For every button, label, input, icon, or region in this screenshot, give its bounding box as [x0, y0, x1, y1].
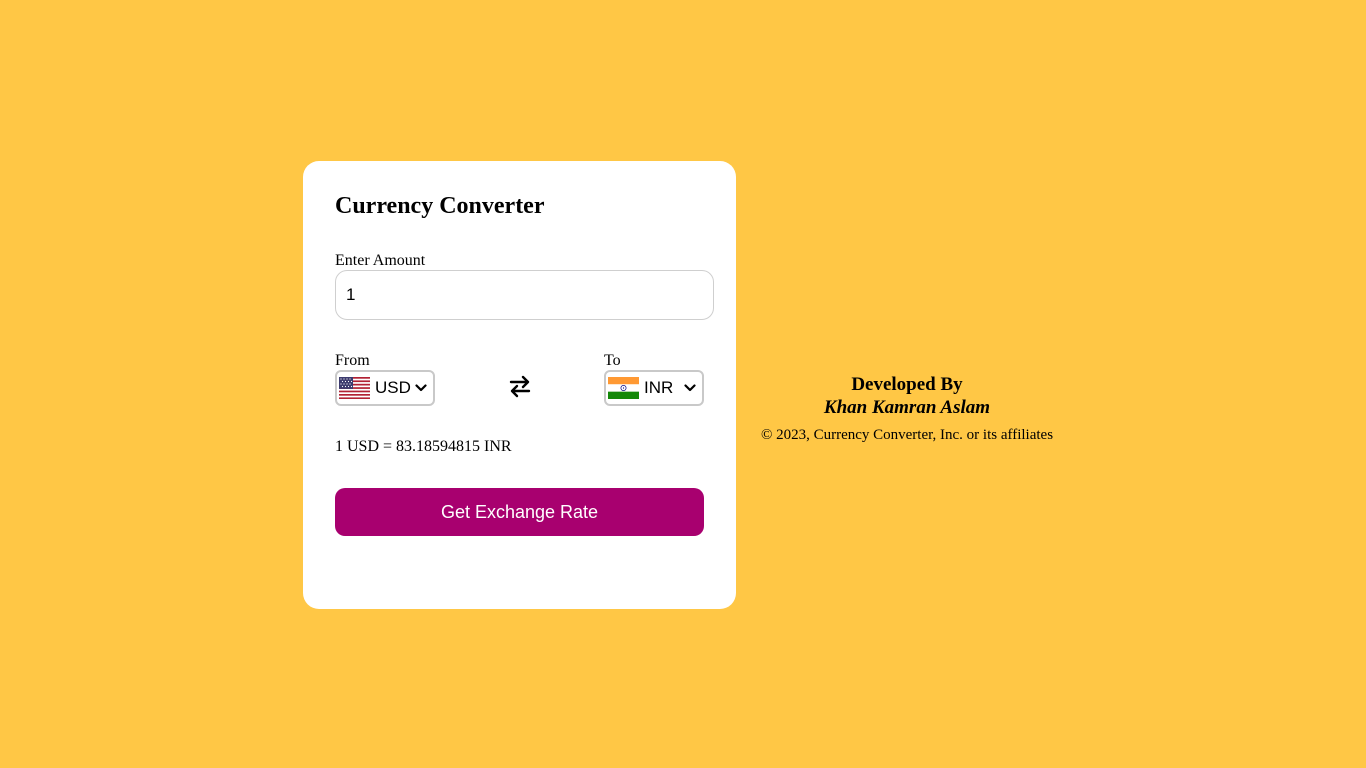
swap-icon[interactable] [507, 373, 533, 399]
get-exchange-rate-button[interactable]: Get Exchange Rate [335, 488, 704, 536]
developer-name: Khan Kamran Aslam [823, 397, 991, 418]
converter-card: Currency Converter Enter Amount From USD [303, 161, 736, 609]
chevron-down-icon [684, 384, 696, 392]
from-currency-code: USD [375, 378, 411, 397]
us-flag-icon [339, 377, 370, 399]
chevron-down-icon [415, 384, 427, 392]
footer: Developed By Khan Kamran Aslam © 2023, C… [742, 374, 1072, 445]
india-flag-icon [608, 377, 639, 399]
amount-input[interactable] [335, 270, 714, 320]
from-label: From [335, 352, 370, 369]
page-title: Currency Converter [335, 193, 545, 219]
developed-by-heading: Developed By [851, 374, 963, 395]
to-label: To [604, 352, 621, 369]
exchange-rate-text: 1 USD = 83.18594815 INR [335, 438, 512, 455]
to-currency-code: INR [644, 378, 674, 397]
amount-label: Enter Amount [335, 252, 426, 269]
from-currency-select[interactable]: USD [335, 370, 435, 406]
copyright-text: © 2023, Currency Converter, Inc. or its … [760, 427, 1054, 443]
to-currency-select[interactable]: INR [604, 370, 704, 406]
